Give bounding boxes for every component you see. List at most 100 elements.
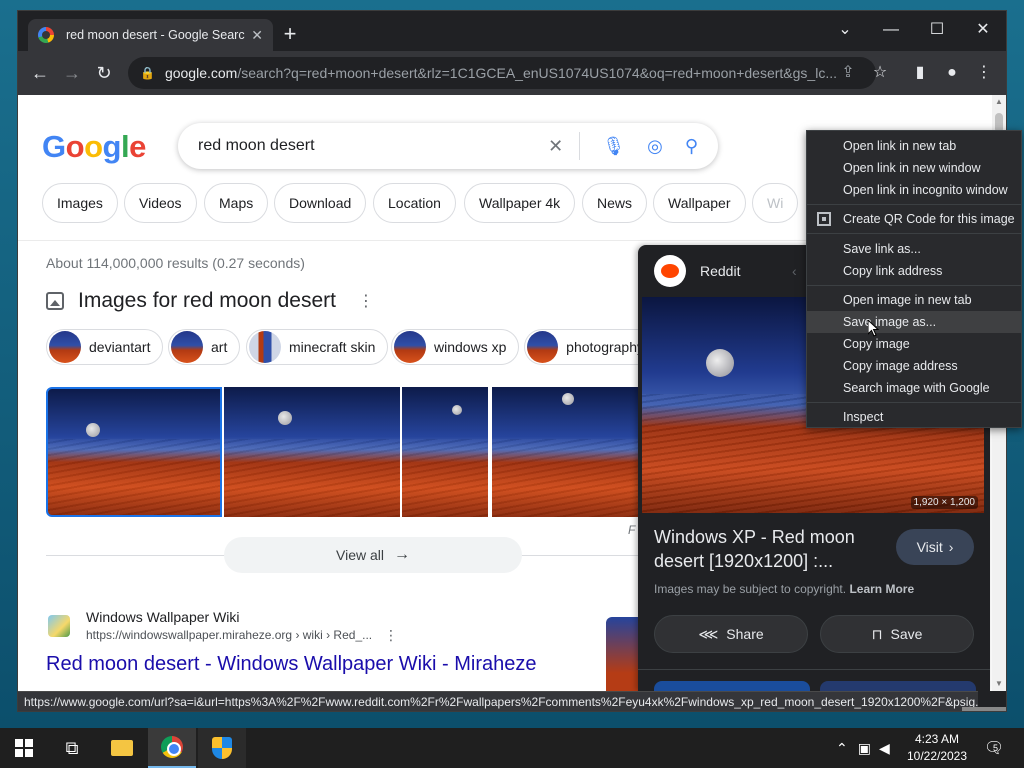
share-icon[interactable]: ⇪ [836,61,860,85]
kebab-menu-icon[interactable]: ⋮ [972,61,996,85]
menu-copy-link-address[interactable]: Copy link address [807,260,1021,282]
chip-maps[interactable]: Maps [204,183,269,223]
image-result-2[interactable] [224,387,400,517]
back-arrow-icon[interactable]: ← [28,61,52,85]
moon-shape [86,423,100,437]
chip-wallpaper-4k[interactable]: Wallpaper 4k [464,183,576,223]
url-path: /search?q=red+moon+desert&rlz=1C1GCEA_en… [237,65,837,81]
clock-time: 4:23 AM [914,732,960,746]
related-image-1[interactable] [654,681,810,691]
star-icon[interactable]: ☆ [868,61,892,85]
chevron-up-icon[interactable]: ⌃ [836,740,848,757]
menu-save-link-as[interactable]: Save link as... [807,238,1021,260]
more-options-icon[interactable]: ⋮ [358,291,374,311]
result-more-icon[interactable]: ⋮ [384,627,398,644]
chip-images[interactable]: Images [42,183,118,223]
tab-close-icon[interactable]: ✕ [251,27,263,44]
result-title-link[interactable]: Red moon desert - Windows Wallpaper Wiki… [46,653,537,676]
view-all-label: View all [336,547,384,563]
file-explorer-button[interactable] [98,728,146,768]
share-icon: ⋘ [698,625,719,642]
image-result-1[interactable] [46,387,222,517]
clear-icon[interactable]: ✕ [548,136,563,157]
lock-icon: 🔒 [140,66,155,80]
notification-icon[interactable]: 🗨 5 [984,738,1004,758]
pill-label: art [211,339,228,355]
chevron-right-icon: › [948,539,954,555]
scroll-down-icon[interactable]: ▼ [995,679,1003,688]
pill-deviantart[interactable]: deviantart [46,329,164,365]
menu-open-image-new-tab[interactable]: Open image in new tab [807,289,1021,311]
volume-icon[interactable]: ◀ [879,740,890,757]
microphone-icon[interactable]: 🎙 [602,136,625,157]
moon-shape [278,411,292,425]
tab-search-chevron-icon[interactable]: ⌄ [822,15,868,45]
result-url[interactable]: https://windowswallpaper.miraheze.org › … [86,628,372,642]
folder-icon [111,740,133,756]
menu-search-image-google[interactable]: Search image with Google [807,377,1021,399]
save-button[interactable]: ⊓ Save [820,615,974,653]
bookmark-icon: ⊓ [871,625,883,642]
browser-tab[interactable]: red moon desert - Google Searc ✕ [28,19,273,51]
chip-truncated[interactable]: Wi [752,183,799,223]
chip-location[interactable]: Location [373,183,456,223]
new-tab-icon[interactable]: + [278,23,302,47]
related-image-2[interactable] [820,681,976,691]
pill-photography[interactable]: photography [524,329,656,365]
pill-windows-xp[interactable]: windows xp [391,329,520,365]
chip-news[interactable]: News [582,183,648,223]
tab-strip: red moon desert - Google Searc ✕ + ⌄ — ☐… [18,11,1006,51]
divider [579,132,581,160]
forward-arrow-icon[interactable]: → [60,61,84,85]
maximize-icon[interactable]: ☐ [914,15,960,45]
chip-download[interactable]: Download [274,183,367,223]
security-app-button[interactable] [198,728,246,768]
menu-inspect[interactable]: Inspect [807,406,1021,428]
pill-art[interactable]: art [168,329,241,365]
close-window-icon[interactable]: ✕ [960,15,1006,45]
address-bar[interactable]: 🔒 google.com/search?q=red+moon+desert&rl… [128,57,876,89]
share-button[interactable]: ⋘ Share [654,615,808,653]
minimize-icon[interactable]: — [868,15,914,45]
menu-create-qr-code[interactable]: Create QR Code for this image [807,208,1021,230]
mouse-cursor-icon [867,318,880,341]
shield-icon [212,737,232,759]
images-section-header: Images for red moon desert ⋮ [46,289,374,313]
menu-open-link-new-window[interactable]: Open link in new window [807,157,1021,179]
reload-icon[interactable]: ↻ [92,61,116,85]
search-icon[interactable]: ⚲ [685,136,698,157]
pill-minecraft-skin[interactable]: minecraft skin [246,329,389,365]
side-panel-icon[interactable]: ▮ [908,61,932,85]
result-thumbnail[interactable] [606,617,638,691]
chip-wallpaper[interactable]: Wallpaper [653,183,746,223]
view-all-button[interactable]: View all → [224,537,522,573]
lens-icon[interactable]: ◎ [647,136,663,157]
search-box[interactable]: red moon desert ✕ 🎙 ◎ ⚲ [178,123,718,169]
menu-open-link-new-tab[interactable]: Open link in new tab [807,135,1021,157]
task-view-icon[interactable]: ⧉ [48,728,96,768]
chrome-taskbar-button[interactable] [148,728,196,768]
image-result-4[interactable] [492,387,638,517]
menu-save-image-as[interactable]: Save image as... [807,311,1021,333]
panel-source[interactable]: Reddit [700,263,740,279]
panel-title[interactable]: Windows XP - Red moon desert [1920x1200]… [654,525,884,573]
menu-copy-image[interactable]: Copy image [807,333,1021,355]
network-icon[interactable]: ▣ [858,740,871,757]
visit-button[interactable]: Visit › [896,529,974,565]
result-site-name[interactable]: Windows Wallpaper Wiki [86,609,240,625]
google-logo[interactable]: Google [42,129,146,165]
images-section-title: Images for red moon desert [78,289,336,312]
pill-thumbnail [249,331,281,363]
chip-videos[interactable]: Videos [124,183,197,223]
learn-more-link[interactable]: Learn More [849,582,914,596]
qr-code-icon [817,212,831,226]
search-query[interactable]: red moon desert [198,137,526,155]
clock[interactable]: 4:23 AM 10/22/2023 [900,731,974,765]
start-button[interactable] [0,728,48,768]
image-result-3[interactable] [402,387,488,517]
profile-icon[interactable]: ● [940,61,964,85]
menu-open-link-incognito[interactable]: Open link in incognito window [807,179,1021,201]
menu-copy-image-address[interactable]: Copy image address [807,355,1021,377]
chevron-left-icon[interactable]: ‹ [792,263,797,279]
scroll-up-icon[interactable]: ▲ [995,97,1003,106]
